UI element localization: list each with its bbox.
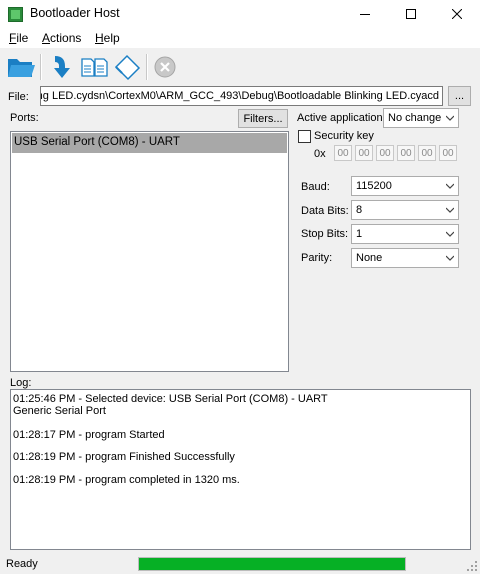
log-line: Generic Serial Port: [13, 405, 106, 417]
security-key-byte-2[interactable]: 00: [355, 145, 373, 161]
security-key-byte-1[interactable]: 00: [334, 145, 352, 161]
log-line: 01:28:19 PM - program Finished Successfu…: [13, 451, 235, 463]
program-icon: [54, 56, 70, 78]
maximize-button[interactable]: [388, 0, 434, 28]
active-application-select[interactable]: No change: [383, 108, 459, 128]
data-bits-select[interactable]: 8: [351, 200, 459, 220]
stop-bits-label: Stop Bits:: [301, 228, 349, 240]
menu-file[interactable]: File: [9, 31, 28, 45]
security-key-prefix: 0x: [314, 148, 326, 160]
log-line: 01:28:19 PM - program completed in 1320 …: [13, 474, 240, 486]
security-key-byte-4[interactable]: 00: [397, 145, 415, 161]
chevron-down-icon: [446, 255, 454, 261]
file-path-field[interactable]: ible Blinking LED.cydsn\CortexM0\ARM_GCC…: [40, 86, 443, 106]
abort-button[interactable]: [150, 52, 180, 82]
menu-help[interactable]: Help: [95, 31, 120, 45]
chevron-down-icon: [446, 231, 454, 237]
erase-button[interactable]: [112, 52, 142, 82]
progress-bar: [138, 557, 406, 571]
log-output[interactable]: 01:25:46 PM - Selected device: USB Seria…: [10, 389, 471, 550]
security-key-byte-6[interactable]: 00: [439, 145, 457, 161]
program-button[interactable]: [48, 52, 78, 82]
stop-bits-select[interactable]: 1: [351, 224, 459, 244]
browse-button[interactable]: ...: [448, 86, 471, 106]
security-key-checkbox[interactable]: [298, 130, 311, 143]
port-item-label: USB Serial Port (COM8) - UART: [14, 136, 180, 148]
minimize-icon: [360, 14, 370, 15]
active-application-value: No change: [388, 112, 442, 124]
security-key-byte-5[interactable]: 00: [418, 145, 436, 161]
progress-fill: [139, 558, 405, 570]
open-folder-icon: [8, 59, 35, 77]
log-line: 01:25:46 PM - Selected device: USB Seria…: [13, 393, 328, 405]
close-button[interactable]: [434, 0, 480, 28]
title-bar: Bootloader Host: [0, 0, 480, 28]
parity-label: Parity:: [301, 252, 333, 264]
data-bits-value: 8: [356, 204, 363, 216]
ports-label: Ports:: [10, 112, 39, 124]
menu-actions[interactable]: Actions: [42, 31, 81, 45]
menu-bar: File Actions Help: [0, 28, 480, 48]
stop-bits-value: 1: [356, 228, 363, 240]
status-text: Ready: [6, 558, 38, 570]
maximize-icon: [406, 9, 416, 19]
minimize-button[interactable]: [342, 0, 388, 28]
filters-button[interactable]: Filters...: [238, 109, 288, 128]
ports-list[interactable]: USB Serial Port (COM8) - UART: [10, 131, 289, 372]
toolbar-separator: [40, 54, 42, 80]
window-title: Bootloader Host: [30, 6, 120, 20]
verify-icon: [81, 58, 108, 77]
toolbar: [0, 48, 480, 86]
toolbar-separator: [146, 54, 148, 80]
chevron-down-icon: [446, 115, 454, 121]
file-path-text: ible Blinking LED.cydsn\CortexM0\ARM_GCC…: [41, 90, 439, 102]
verify-button[interactable]: [80, 52, 110, 82]
active-application-label: Active application:: [297, 112, 386, 124]
log-label: Log:: [10, 377, 32, 389]
erase-icon: [114, 54, 141, 81]
app-icon: [8, 7, 23, 22]
open-button[interactable]: [6, 52, 36, 82]
security-key-label: Security key: [314, 130, 374, 142]
baud-label: Baud:: [301, 181, 330, 193]
close-icon: [452, 9, 462, 19]
security-key-byte-3[interactable]: 00: [376, 145, 394, 161]
baud-select[interactable]: 115200: [351, 176, 459, 196]
chevron-down-icon: [446, 207, 454, 213]
log-line: 01:28:17 PM - program Started: [13, 429, 165, 441]
chevron-down-icon: [446, 183, 454, 189]
baud-value: 115200: [356, 180, 392, 192]
list-item[interactable]: USB Serial Port (COM8) - UART: [12, 133, 287, 153]
parity-value: None: [356, 252, 383, 264]
abort-icon: [154, 56, 176, 78]
data-bits-label: Data Bits:: [301, 205, 349, 217]
file-label: File:: [8, 91, 29, 103]
resize-grip-icon[interactable]: [466, 560, 478, 572]
parity-select[interactable]: None: [351, 248, 459, 268]
